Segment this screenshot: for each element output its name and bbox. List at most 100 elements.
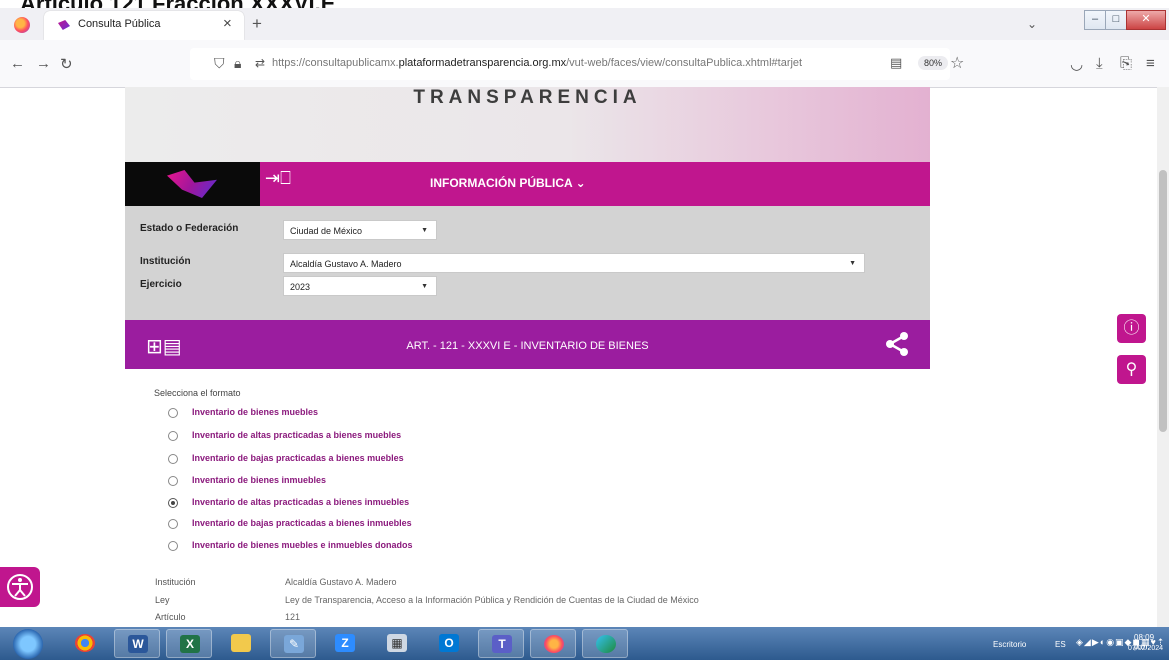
site-banner: TRANSPARENCIA	[125, 87, 930, 162]
tracking-shield-icon[interactable]: ⛉	[214, 55, 225, 72]
state-select[interactable]: Ciudad de México ▼	[283, 220, 437, 240]
permissions-icon[interactable]: ⇄	[255, 56, 265, 70]
article-title: ART. - 121 - XXXVI E - INVENTARIO DE BIE…	[406, 340, 649, 352]
pnt-logo-icon	[167, 170, 217, 198]
share-icon[interactable]	[884, 331, 910, 357]
language-indicator[interactable]: ES	[1055, 640, 1066, 649]
forward-arrow-icon[interactable]: →	[36, 55, 51, 72]
url-path: /vut-web/faces/view/consultaPublica.xhtm…	[566, 57, 803, 69]
summary-article-label: Artículo	[155, 612, 186, 622]
url-text[interactable]: https://consultapublicamx.plataformadetr…	[272, 57, 912, 69]
zoom-app-icon: Z	[335, 634, 355, 652]
paint-icon: ✎	[284, 635, 304, 653]
year-value: 2023	[290, 282, 311, 292]
institution-label: Institución	[140, 256, 191, 267]
reader-view-icon[interactable]: ▤	[890, 55, 902, 71]
chevron-down-icon: ▼	[421, 227, 428, 234]
taskbar-outlook[interactable]: O	[426, 629, 472, 658]
format-option-label[interactable]: Inventario de altas practicadas a bienes…	[192, 497, 409, 507]
summary-article-value: 121	[285, 612, 301, 622]
taskbar-word[interactable]: W	[114, 629, 160, 658]
taskbar-calculator[interactable]: ▦	[374, 629, 420, 658]
taskbar-edge[interactable]	[582, 629, 628, 658]
institution-select[interactable]: Alcaldía Gustavo A. Madero ▼	[283, 253, 865, 273]
start-button[interactable]	[13, 629, 43, 659]
pocket-icon[interactable]: ◡	[1070, 55, 1083, 73]
teams-icon: T	[492, 635, 512, 653]
url-domain: plataformadetransparencia.org.mx	[398, 57, 567, 69]
url-prefix: https://consultapublicamx.	[272, 57, 399, 69]
reload-icon[interactable]: ↻	[60, 55, 73, 73]
formats-label: Selecciona el formato	[154, 388, 241, 398]
menu-label: INFORMACIÓN PÚBLICA	[430, 176, 573, 190]
year-select[interactable]: 2023 ▼	[283, 276, 437, 296]
format-option-label[interactable]: Inventario de altas practicadas a bienes…	[192, 430, 401, 440]
radio-button[interactable]	[168, 476, 178, 486]
firefox-logo-icon[interactable]	[14, 17, 30, 33]
minimize-icon[interactable]: –	[1084, 10, 1106, 30]
chevron-down-icon: ▼	[421, 283, 428, 290]
taskbar-firefox[interactable]	[530, 629, 576, 658]
tab-list-chevron-icon[interactable]: ⌄	[1027, 17, 1037, 31]
chevron-down-icon: ▼	[849, 260, 856, 267]
format-option-label[interactable]: Inventario de bienes inmuebles	[192, 475, 326, 485]
login-icon[interactable]: ⇥⎕	[265, 168, 291, 196]
tab-title: Consulta Pública	[78, 18, 161, 30]
zoom-level-badge[interactable]: 80%	[918, 56, 949, 70]
edge-icon	[596, 635, 616, 653]
extensions-icon[interactable]: ⎘	[1120, 55, 1132, 72]
format-option-label[interactable]: Inventario de bienes muebles e inmuebles…	[192, 540, 413, 550]
lock-icon[interactable]: 🔒︎	[234, 55, 241, 72]
institution-value: Alcaldía Gustavo A. Madero	[290, 259, 402, 269]
informacion-publica-menu[interactable]: INFORMACIÓN PÚBLICA ⌄	[430, 176, 586, 190]
year-label: Ejercicio	[140, 279, 182, 290]
format-option-label[interactable]: Inventario de bajas practicadas a bienes…	[192, 518, 412, 528]
taskbar-excel[interactable]: X	[166, 629, 212, 658]
format-option-label[interactable]: Inventario de bajas practicadas a bienes…	[192, 453, 404, 463]
site-logo[interactable]	[125, 162, 260, 206]
excel-icon: X	[180, 635, 200, 653]
search-tool-icon[interactable]: ⚲	[1117, 355, 1146, 384]
summary-law-value: Ley de Transparencia, Acceso a la Inform…	[285, 595, 699, 605]
clock-date[interactable]: 07/02/2024	[1128, 645, 1163, 652]
menu-hamburger-icon[interactable]: ≡	[1146, 55, 1155, 72]
radio-button[interactable]	[168, 431, 178, 441]
state-label: Estado o Federación	[140, 223, 239, 234]
radio-button[interactable]	[168, 408, 178, 418]
taskbar-explorer[interactable]	[218, 629, 264, 658]
bookmark-star-icon[interactable]: ☆	[950, 53, 964, 73]
summary-law-label: Ley	[155, 595, 170, 605]
taskbar-paint[interactable]: ✎	[270, 629, 316, 658]
chrome-icon	[75, 634, 95, 652]
chevron-down-icon: ⌄	[575, 176, 586, 190]
window-controls: – □ ✕	[1084, 10, 1166, 30]
desktop-toolbar-label[interactable]: Escritorio	[993, 640, 1026, 649]
radio-button[interactable]	[168, 454, 178, 464]
alert-icon[interactable]: ⓘ	[1117, 314, 1146, 343]
summary-institution-label: Institución	[155, 577, 196, 587]
banner-title: TRANSPARENCIA	[413, 87, 642, 108]
summary-institution-value: Alcaldía Gustavo A. Madero	[285, 577, 397, 587]
radio-button-selected[interactable]	[168, 498, 178, 508]
radio-button[interactable]	[168, 541, 178, 551]
format-option-label[interactable]: Inventario de bienes muebles	[192, 407, 318, 417]
maximize-icon[interactable]: □	[1105, 10, 1127, 30]
back-arrow-icon[interactable]: ←	[10, 55, 25, 72]
downloads-icon[interactable]: ⤓	[1096, 55, 1103, 72]
folder-icon	[231, 634, 251, 652]
new-tab-plus-icon[interactable]: +	[252, 14, 262, 34]
taskbar-zoom[interactable]: Z	[322, 629, 368, 658]
state-value: Ciudad de México	[290, 226, 363, 236]
calculator-icon: ▦	[387, 634, 407, 652]
scrollbar-thumb[interactable]	[1159, 170, 1167, 432]
taskbar-chrome[interactable]	[62, 629, 108, 658]
close-window-icon[interactable]: ✕	[1126, 10, 1166, 30]
word-icon: W	[128, 635, 148, 653]
outlook-icon: O	[439, 634, 459, 652]
radio-button[interactable]	[168, 519, 178, 529]
tab-close-icon[interactable]: ×	[223, 15, 232, 32]
firefox-icon	[544, 635, 564, 653]
taskbar-teams[interactable]: T	[478, 629, 524, 658]
accessibility-icon	[7, 574, 33, 600]
accessibility-button[interactable]	[0, 567, 40, 607]
